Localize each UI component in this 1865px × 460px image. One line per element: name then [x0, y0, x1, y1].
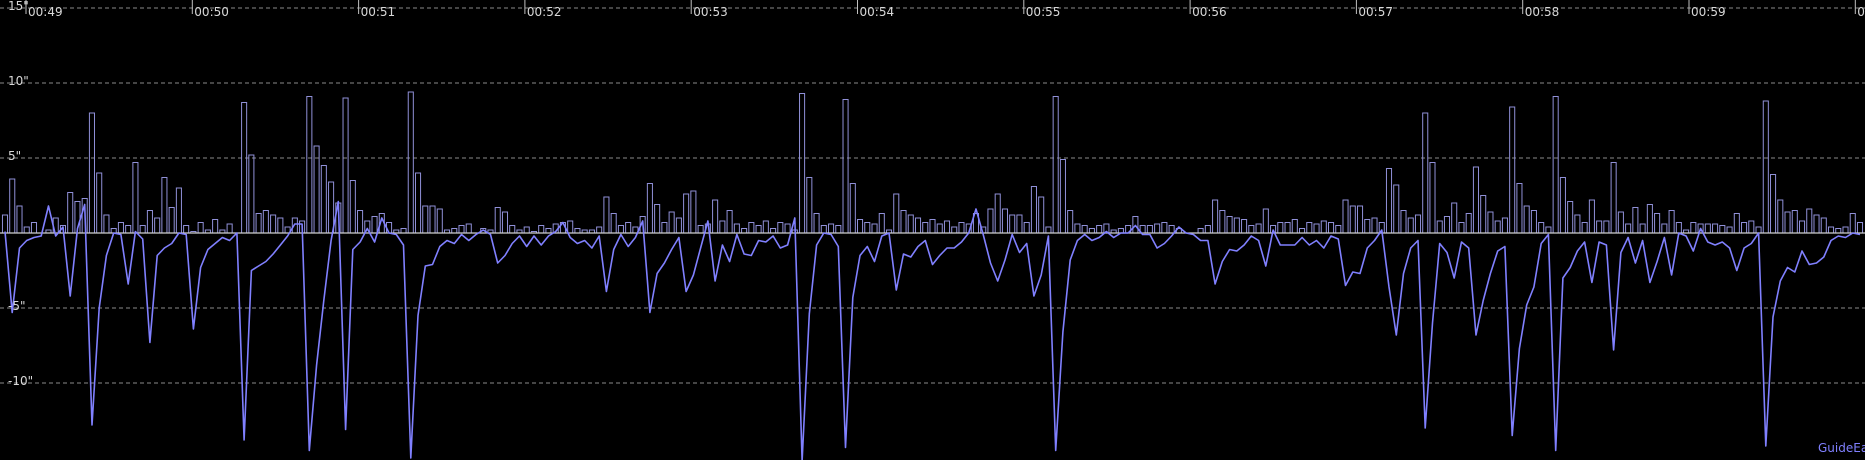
- x-tick-label: 00:50: [194, 5, 229, 19]
- y-tick-label: 10": [8, 74, 29, 88]
- x-tick-label: 00:56: [1192, 5, 1227, 19]
- x-tick-label: 00:54: [860, 5, 895, 19]
- x-tick-label: 00:57: [1358, 5, 1393, 19]
- y-tick-label: -5": [8, 299, 25, 313]
- legend-label: GuideEas: [1818, 441, 1865, 455]
- x-tick-label: 01: [1857, 5, 1865, 19]
- x-tick-label: 00:51: [361, 5, 396, 19]
- x-tick-label: 00:53: [693, 5, 728, 19]
- x-tick-label: 00:58: [1525, 5, 1560, 19]
- x-tick-label: 00:49: [28, 5, 63, 19]
- plot-background: [0, 0, 1865, 460]
- y-tick-label: 15": [8, 0, 29, 13]
- y-tick-label: -10": [8, 374, 33, 388]
- guiding-chart: 00:49 00:50 00:51 00:52 00:53 00:54 00:55 00:56…: [0, 0, 1865, 460]
- x-tick-label: 00:55: [1026, 5, 1061, 19]
- y-tick-label: 5": [8, 149, 21, 163]
- x-tick-label: 00:59: [1691, 5, 1726, 19]
- x-tick-label: 00:52: [527, 5, 562, 19]
